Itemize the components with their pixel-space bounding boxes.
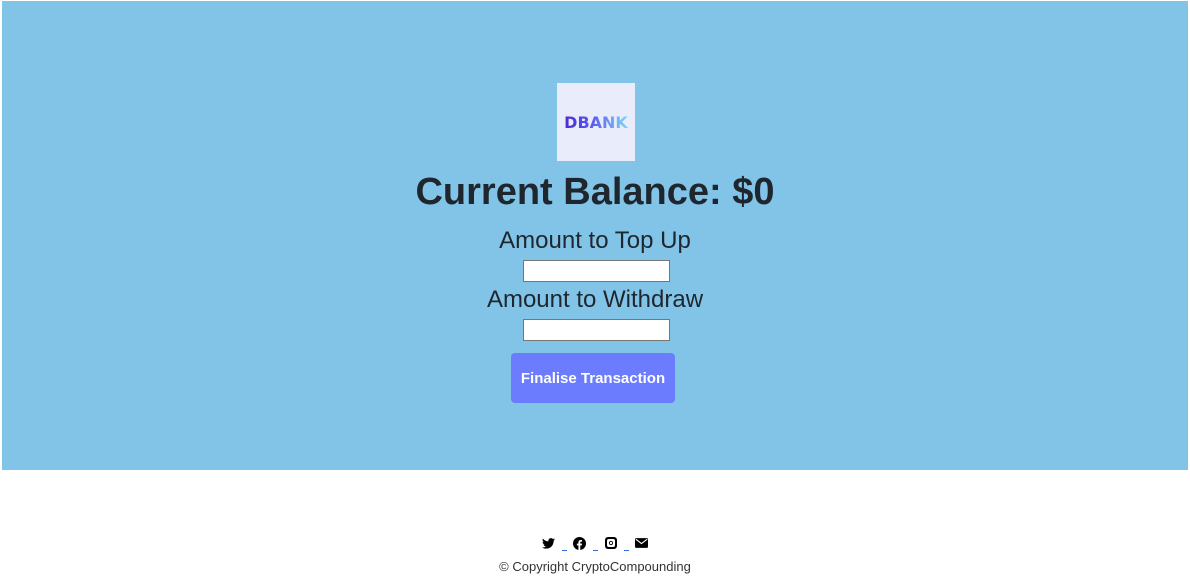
- copyright-text: © Copyright CryptoCompounding: [499, 559, 691, 574]
- dbank-logo: DBANK: [557, 83, 635, 161]
- envelope-icon[interactable]: [634, 535, 650, 551]
- link-separator: [592, 550, 598, 551]
- top-up-amount-input[interactable]: [523, 260, 670, 282]
- link-separator: [561, 550, 567, 551]
- twitter-icon[interactable]: [541, 535, 557, 551]
- social-links: [0, 535, 1190, 551]
- instagram-icon[interactable]: [603, 535, 619, 551]
- top-up-label: Amount to Top Up: [499, 227, 691, 254]
- current-balance-heading: Current Balance: $0: [415, 171, 775, 213]
- withdraw-amount-input[interactable]: [523, 319, 670, 341]
- hero-section: DBANK Current Balance: $0 Amount to Top …: [2, 1, 1188, 470]
- withdraw-label: Amount to Withdraw: [486, 286, 704, 313]
- link-separator: [623, 550, 629, 551]
- logo-text: DBANK: [564, 112, 628, 132]
- finalise-transaction-button[interactable]: Finalise Transaction: [511, 353, 675, 403]
- facebook-icon[interactable]: [572, 535, 588, 551]
